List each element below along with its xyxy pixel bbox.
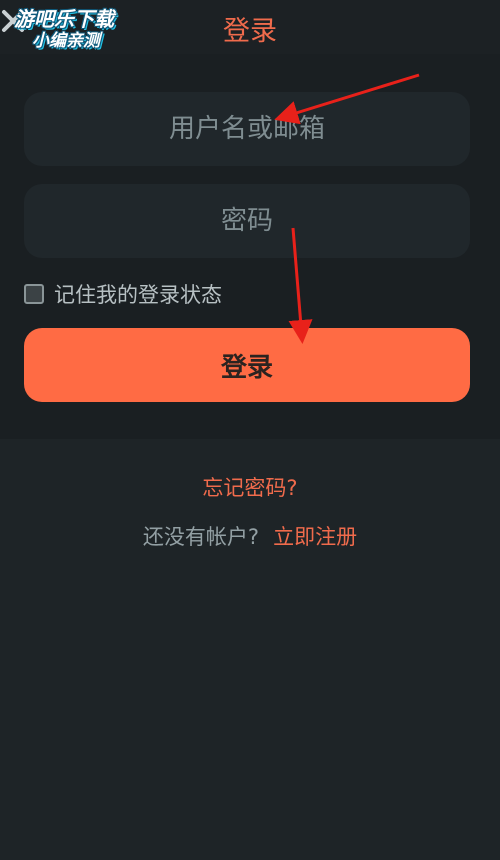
username-field-container <box>24 91 470 167</box>
register-row: 还没有帐户? 立即注册 <box>0 521 500 551</box>
password-field-container <box>24 183 470 259</box>
register-link[interactable]: 立即注册 <box>273 525 357 549</box>
forgot-password-link[interactable]: 忘记密码? <box>0 472 500 502</box>
remember-me-row[interactable]: 记住我的登录状态 <box>24 279 222 309</box>
login-form: 记住我的登录状态 登录 <box>0 54 500 439</box>
watermark-logo: 游吧乐下载 小编亲测 <box>14 9 146 65</box>
login-button[interactable]: 登录 <box>24 328 470 402</box>
remember-me-label[interactable]: 记住我的登录状态 <box>54 279 222 309</box>
password-input[interactable] <box>24 183 470 259</box>
watermark-line-1: 游吧乐下载 <box>14 7 114 31</box>
no-account-text: 还没有帐户? <box>142 525 260 549</box>
watermark-line-2: 小编亲测 <box>32 31 100 51</box>
username-input[interactable] <box>24 91 470 167</box>
remember-me-checkbox[interactable] <box>24 284 44 304</box>
